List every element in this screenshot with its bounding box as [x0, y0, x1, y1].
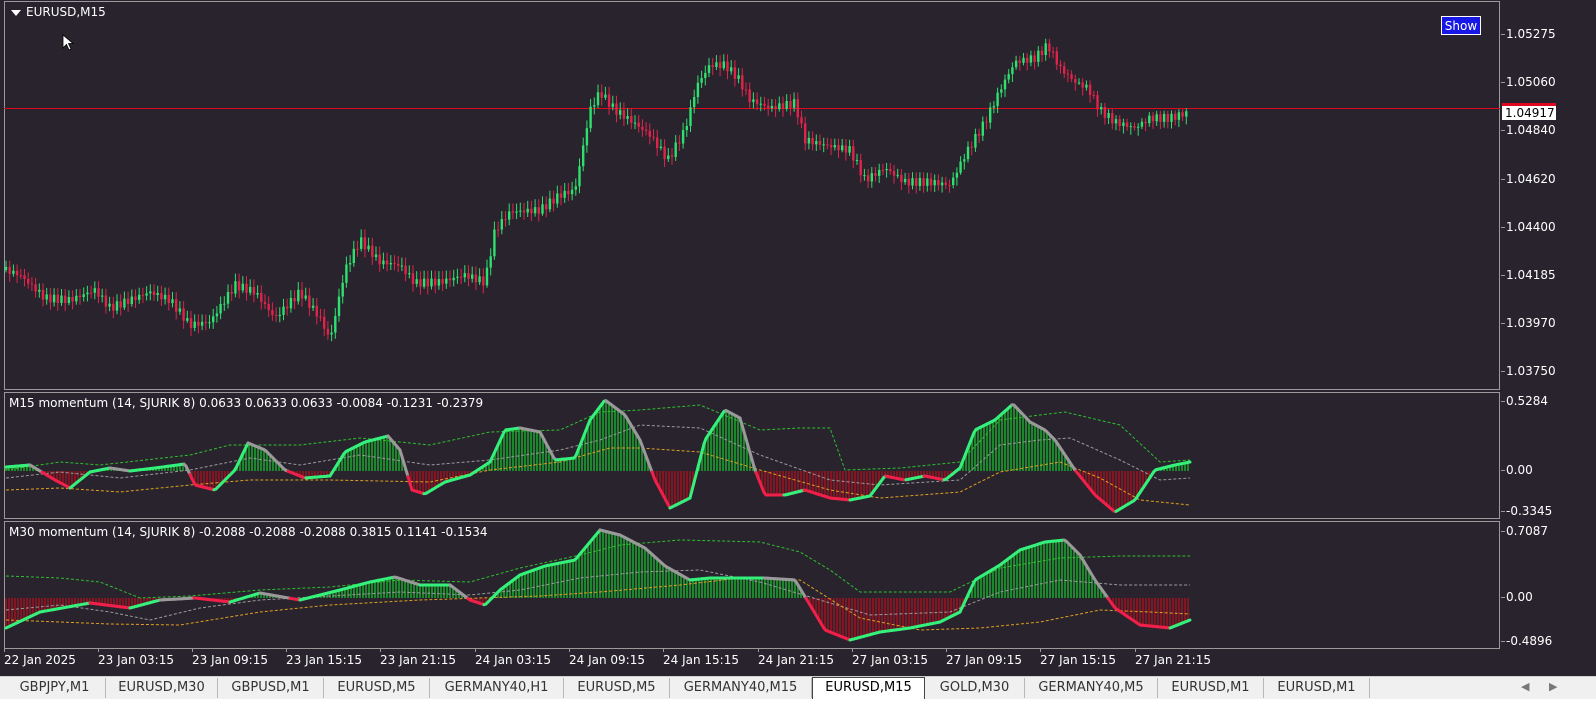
chart-window[interactable]: EURUSD,M15 Show M15 momentum (14, SJURIK…: [0, 0, 1596, 688]
tab-germany40-m5[interactable]: GERMANY40,M5: [1025, 678, 1158, 698]
price-level-label: 1.04620: [1501, 172, 1556, 186]
status-strip: [0, 699, 1596, 722]
time-label: 27 Jan 15:15: [1040, 648, 1116, 667]
price-level-label: 1.04840: [1501, 123, 1556, 137]
price-axis: 1.05275 1.05060 1.04840 1.04620 1.04400 …: [1501, 0, 1596, 390]
tab-eurusd-m1[interactable]: EURUSD,M1: [1158, 678, 1264, 698]
chart-tab-bar: GBPJPY,M1 EURUSD,M30 GBPUSD,M1 EURUSD,M5…: [0, 676, 1596, 699]
price-level-label: 1.04185: [1501, 268, 1556, 282]
time-label: 23 Jan 15:15: [286, 648, 362, 667]
price-level-label: 1.03970: [1501, 316, 1556, 330]
m30-band-line: [5, 569, 1190, 621]
tab-eurusd-m30[interactable]: EURUSD,M30: [106, 678, 218, 698]
current-price-tag: 1.04917: [1502, 103, 1556, 120]
price-level-label: 1.03750: [1501, 364, 1556, 378]
m30-band-line: [5, 577, 1191, 631]
time-label: 23 Jan 09:15: [192, 648, 268, 667]
price-level-label: 1.05275: [1501, 27, 1556, 41]
tab-eurusd-m1-2[interactable]: EURUSD,M1: [1264, 678, 1370, 698]
time-label: 27 Jan 21:15: [1135, 648, 1211, 667]
m15-level-label: -0.3345: [1500, 504, 1553, 518]
time-axis: 22 Jan 2025 23 Jan 03:15 23 Jan 09:15 23…: [0, 648, 1596, 670]
m15-level-axis: 0.5284 0.00 -0.3345: [1500, 392, 1596, 520]
tab-germany40-m15[interactable]: GERMANY40,M15: [670, 678, 812, 698]
m30-level-axis: 0.7087 0.00 -0.4896: [1500, 521, 1596, 649]
tab-scroll-right-icon[interactable]: ▶: [1549, 680, 1557, 693]
price-level-label: 1.05060: [1501, 75, 1556, 89]
time-label: 23 Jan 21:15: [380, 648, 456, 667]
m15-level-label: 0.00: [1501, 463, 1533, 477]
m30-level-label: 0.7087: [1501, 524, 1548, 538]
time-label: 24 Jan 21:15: [758, 648, 834, 667]
tab-germany40-h1[interactable]: GERMANY40,H1: [430, 678, 564, 698]
mouse-cursor-icon: [62, 34, 75, 51]
tab-gbpjpy-m1[interactable]: GBPJPY,M1: [4, 678, 106, 698]
tab-eurusd-m5-2[interactable]: EURUSD,M5: [564, 678, 670, 698]
time-label: 24 Jan 15:15: [663, 648, 739, 667]
time-label: 24 Jan 09:15: [569, 648, 645, 667]
m30-level-label: -0.4896: [1500, 634, 1553, 648]
time-label: 27 Jan 03:15: [852, 648, 928, 667]
tab-gold-m30[interactable]: GOLD,M30: [925, 678, 1025, 698]
price-level-label: 1.04400: [1501, 220, 1556, 234]
m30-level-label: 0.00: [1501, 590, 1533, 604]
time-label: 23 Jan 03:15: [98, 648, 174, 667]
m30-momentum-line: [4, 528, 1192, 642]
m15-level-label: 0.5284: [1501, 394, 1548, 408]
m30-histogram: [5, 530, 1189, 640]
tab-scroll-left-icon[interactable]: ◀: [1521, 680, 1529, 693]
tab-eurusd-m5[interactable]: EURUSD,M5: [324, 678, 430, 698]
time-label: 24 Jan 03:15: [475, 648, 551, 667]
m30-momentum-plot: [4, 528, 1192, 642]
tab-gbpusd-m1[interactable]: GBPUSD,M1: [218, 678, 324, 698]
time-label: 27 Jan 09:15: [946, 648, 1022, 667]
time-label: 22 Jan 2025: [4, 648, 76, 667]
tab-eurusd-m15[interactable]: EURUSD,M15: [812, 677, 925, 699]
